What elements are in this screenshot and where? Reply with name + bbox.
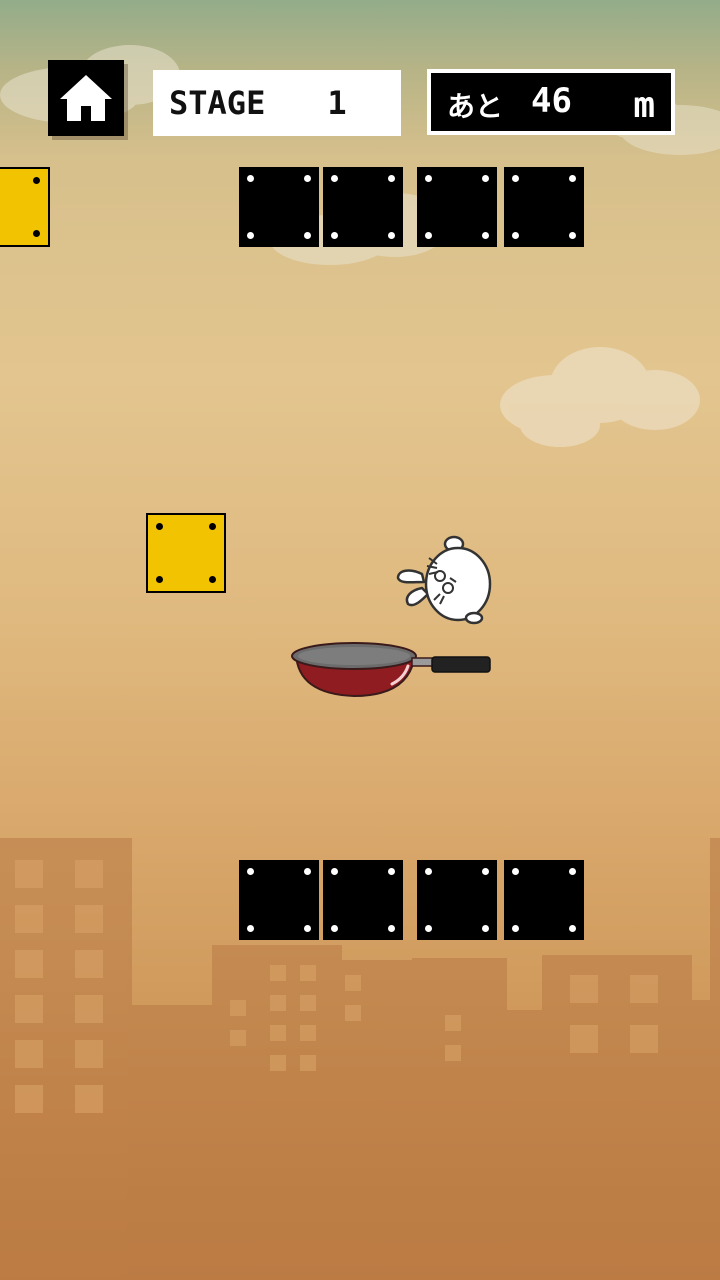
black-block <box>239 167 319 247</box>
black-block <box>323 860 403 940</box>
black-block <box>504 167 584 247</box>
stage-indicator: STAGE 1 <box>153 70 401 136</box>
home-icon <box>60 75 112 121</box>
yellow-block <box>146 513 226 593</box>
stage-label: STAGE <box>169 84 266 122</box>
black-block <box>323 167 403 247</box>
yellow-block <box>0 167 50 247</box>
remaining-distance: あと 46 m <box>427 69 675 135</box>
black-block <box>239 860 319 940</box>
home-button[interactable] <box>48 60 124 136</box>
remaining-value: 46 <box>531 81 572 121</box>
cloud <box>500 347 700 447</box>
remaining-label: あと <box>447 90 504 123</box>
black-block <box>504 860 584 940</box>
frying-pan <box>291 642 491 698</box>
black-block <box>417 860 497 940</box>
cat-character[interactable] <box>392 532 497 632</box>
black-block <box>417 167 497 247</box>
stage-number: 1 <box>327 84 347 122</box>
remaining-unit: m <box>633 85 655 126</box>
